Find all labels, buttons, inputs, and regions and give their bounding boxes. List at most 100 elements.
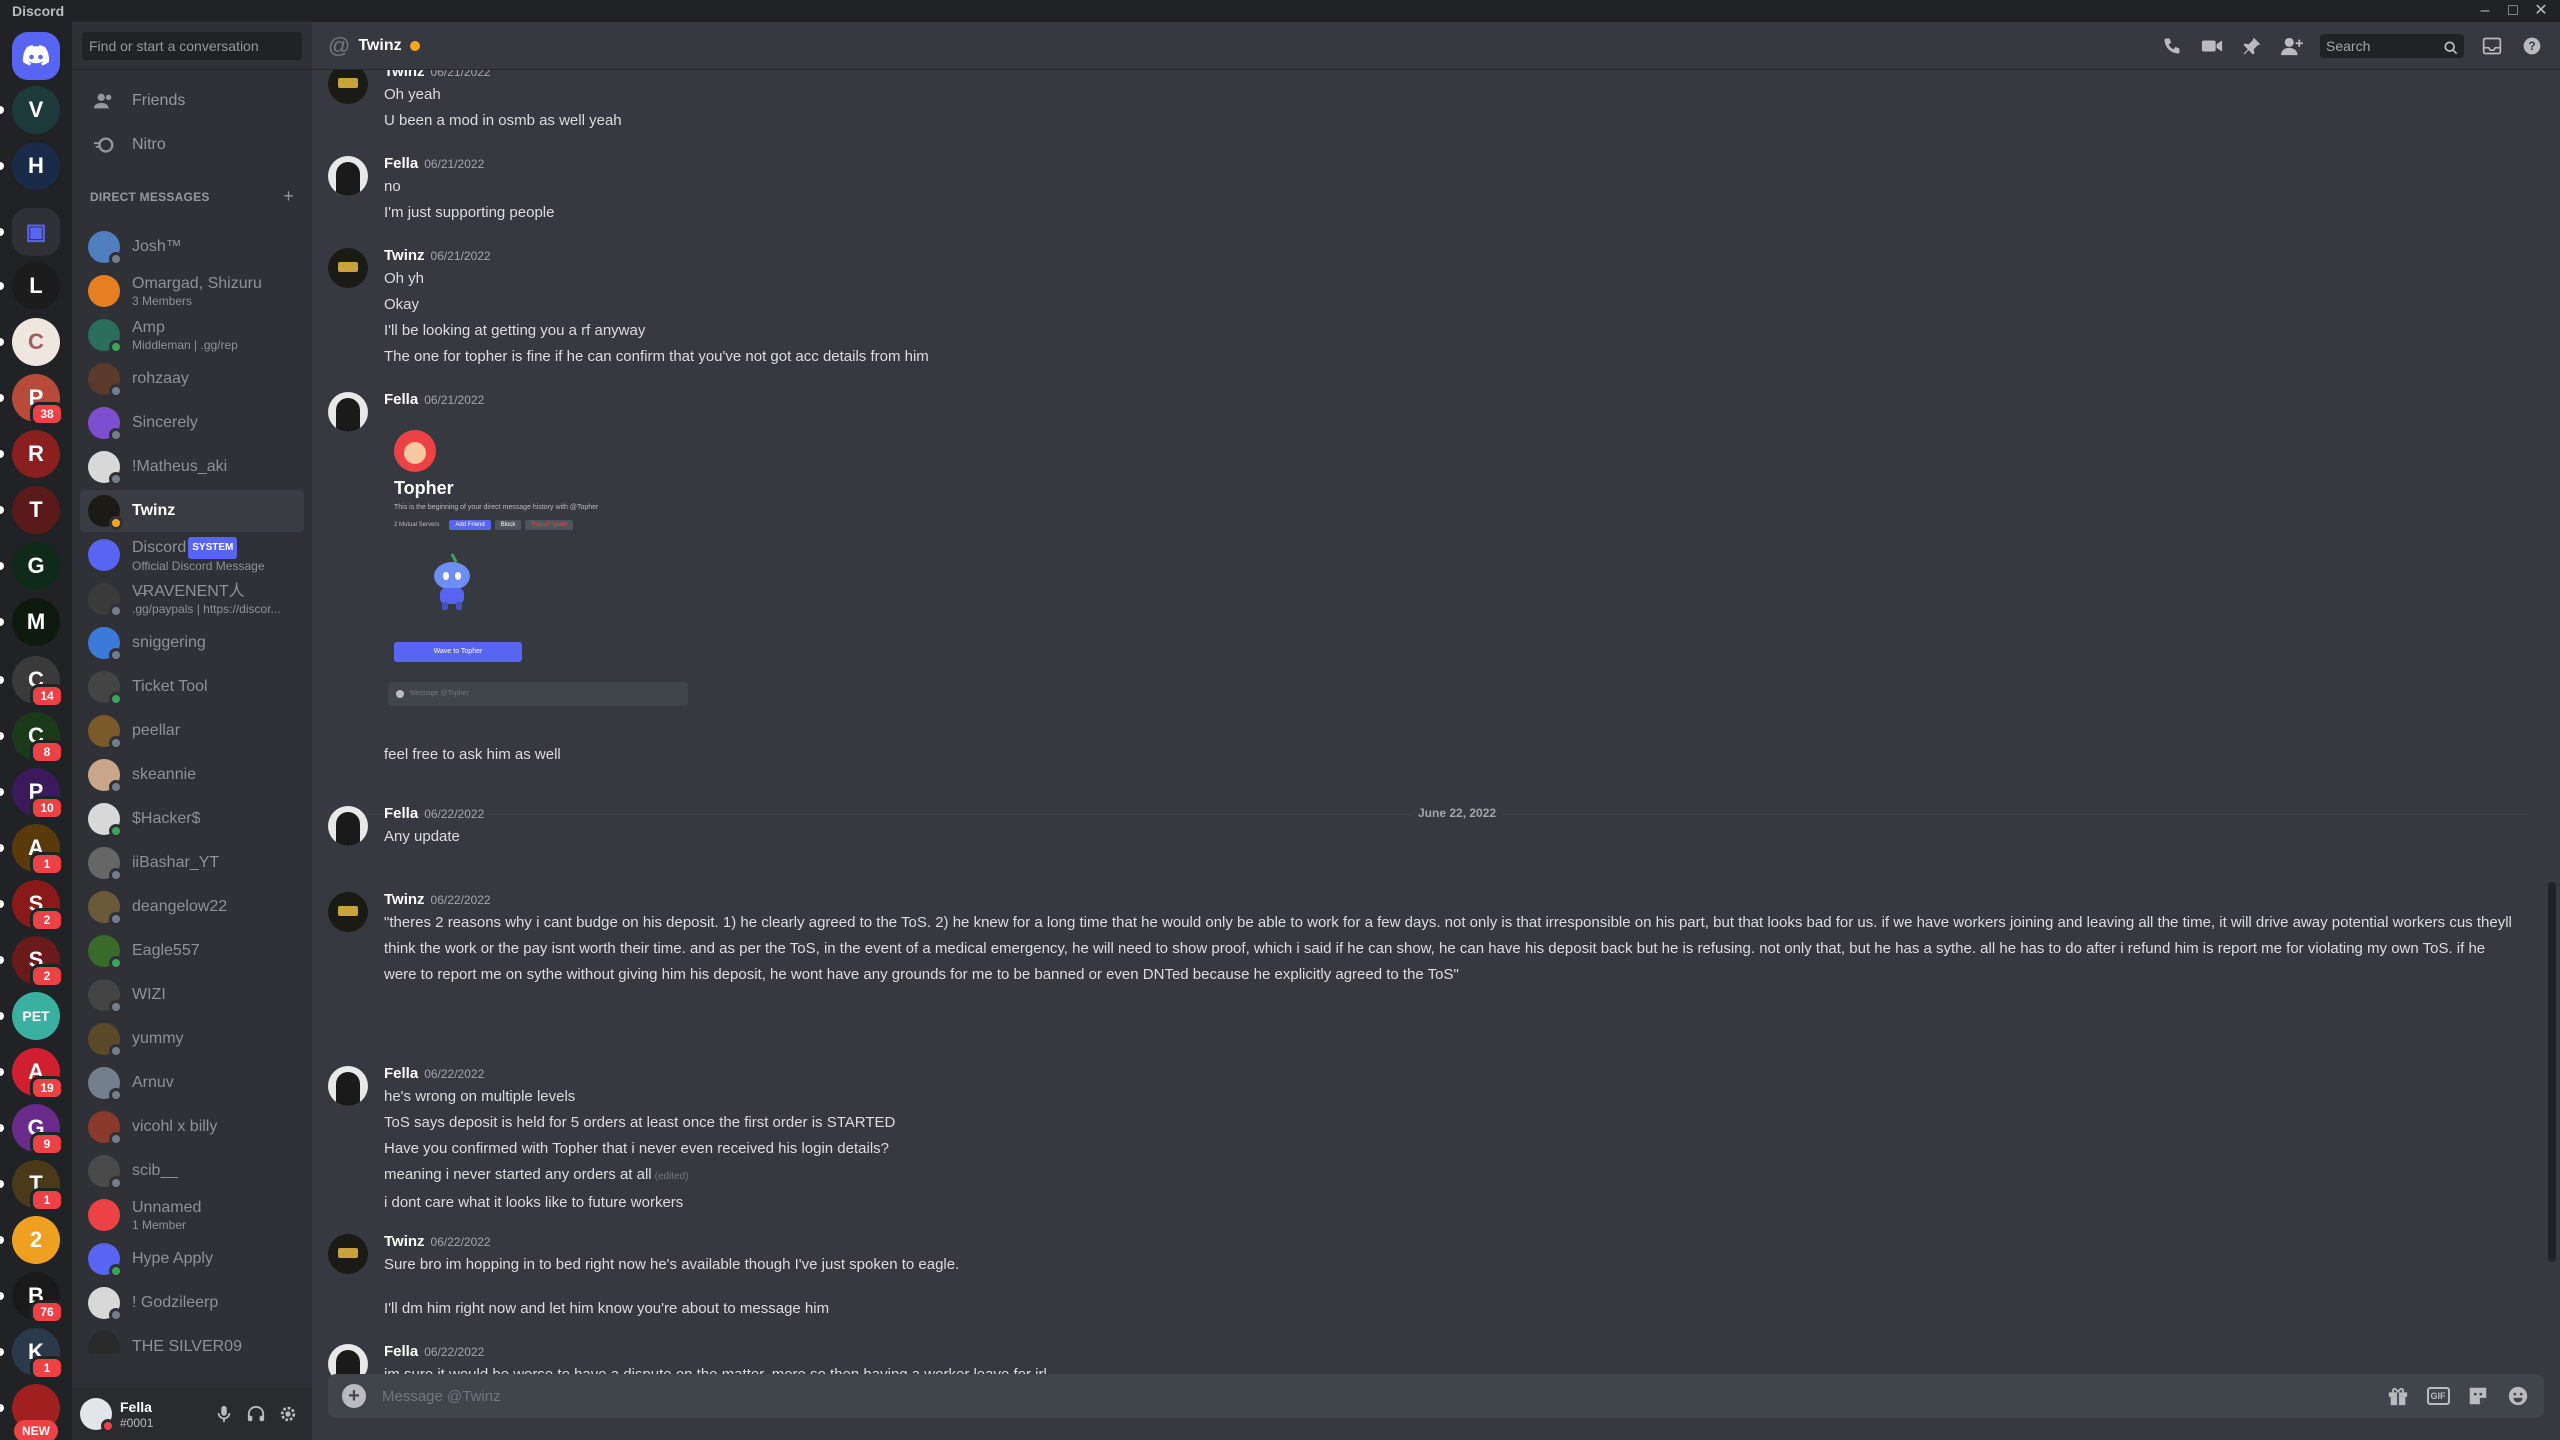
message-author[interactable]: Twinz [384, 891, 425, 908]
scrollbar-thumb[interactable] [2548, 882, 2556, 1262]
dm-item[interactable]: V̶RAVENENT人 .gg/paypals | https://discor.… [80, 578, 304, 620]
message-input[interactable] [382, 1387, 2386, 1405]
dm-item[interactable]: Amp Middleman | .gg/rep [80, 314, 304, 356]
message-line: U been a mod in osmb as well yeah [384, 108, 2534, 134]
server-icon[interactable]: PET [0, 992, 60, 1040]
header-search-input[interactable]: Search [2320, 33, 2464, 58]
server-icon[interactable]: T [0, 486, 60, 534]
avatar[interactable] [328, 1066, 368, 1106]
dm-name: yummy [132, 1029, 184, 1049]
server-icon[interactable]: 2 [0, 1216, 60, 1264]
new-unreads-button[interactable]: NEW [14, 1420, 58, 1440]
server-icon[interactable]: P 38 [0, 374, 64, 426]
message-author[interactable]: Twinz [384, 247, 425, 264]
avatar[interactable] [328, 892, 368, 932]
avatar[interactable] [328, 156, 368, 196]
server-icon[interactable]: K1 [0, 1328, 64, 1380]
microphone-icon[interactable] [208, 1398, 240, 1430]
dm-item[interactable]: deangelow22 [80, 886, 304, 928]
message-timestamp: 06/21/2022 [430, 249, 491, 263]
home-button[interactable] [12, 32, 60, 80]
server-icon[interactable]: L [0, 262, 60, 310]
unread-pill [0, 788, 4, 796]
dm-item[interactable]: peellar [80, 710, 304, 752]
dm-item[interactable]: Eagle557 [80, 930, 304, 972]
voice-call-icon[interactable] [2160, 34, 2184, 58]
dm-item[interactable]: Arnuv [80, 1062, 304, 1104]
message-author[interactable]: Twinz [384, 1233, 425, 1250]
server-icon[interactable]: C8 [0, 712, 64, 764]
pinned-messages-icon[interactable] [2240, 34, 2264, 58]
dm-item[interactable]: vicohl x billy [80, 1106, 304, 1148]
dm-item[interactable]: Omargad, Shizuru 3 Members [80, 270, 304, 312]
dm-item[interactable]: Hype Apply [80, 1238, 304, 1280]
dm-item[interactable]: Unnamed 1 Member [80, 1194, 304, 1236]
server-icon[interactable]: R [0, 430, 60, 478]
dm-item[interactable]: Ticket Tool [80, 666, 304, 708]
create-dm-icon[interactable]: + [283, 186, 294, 207]
maximize-icon[interactable]: □ [2506, 3, 2520, 19]
server-icon[interactable]: A 19 [0, 1048, 64, 1100]
help-icon[interactable]: ? [2520, 34, 2544, 58]
close-icon[interactable]: ✕ [2534, 3, 2548, 19]
server-icon[interactable]: H [0, 142, 60, 190]
message-author[interactable]: Fella [384, 391, 418, 408]
server-icon[interactable]: G9 [0, 1104, 64, 1156]
avatar[interactable] [328, 806, 368, 846]
avatar[interactable] [328, 248, 368, 288]
headphones-icon[interactable] [240, 1398, 272, 1430]
upload-plus-icon[interactable]: + [342, 1384, 366, 1408]
message-author[interactable]: Fella [384, 1343, 418, 1360]
dm-item[interactable]: scib__ [80, 1150, 304, 1192]
avatar[interactable] [328, 1234, 368, 1274]
dm-item[interactable]: Discord SYSTEM Official Discord Message [80, 534, 304, 576]
server-icon[interactable]: B 76 [0, 1272, 64, 1324]
message-author[interactable]: Fella [384, 1065, 418, 1082]
server-icon[interactable]: C 14 [0, 656, 64, 708]
message-author[interactable]: Twinz [384, 70, 425, 80]
dm-item[interactable]: sniggering [80, 622, 304, 664]
dm-item[interactable]: yummy [80, 1018, 304, 1060]
dm-item[interactable]: !Matheus_aki [80, 446, 304, 488]
message-author[interactable]: Fella [384, 155, 418, 172]
server-icon[interactable]: P 10 [0, 768, 64, 820]
server-icon[interactable]: ▣ [0, 208, 60, 256]
server-icon[interactable]: V [0, 86, 60, 134]
gif-icon[interactable]: GIF [2426, 1384, 2450, 1408]
avatar[interactable] [328, 70, 368, 104]
dm-item[interactable]: iiBashar_YT [80, 842, 304, 884]
dm-item[interactable]: ! Godzileerp [80, 1282, 304, 1324]
settings-gear-icon[interactable] [272, 1398, 304, 1430]
add-friend-to-dm-icon[interactable] [2280, 34, 2304, 58]
dm-item[interactable]: rohzaay [80, 358, 304, 400]
message-timestamp: 06/21/2022 [424, 157, 485, 171]
sticker-icon[interactable] [2466, 1384, 2490, 1408]
avatar[interactable] [328, 392, 368, 432]
inbox-icon[interactable] [2480, 34, 2504, 58]
server-icon[interactable]: T1 [0, 1160, 64, 1212]
nav-nitro[interactable]: Nitro [80, 124, 304, 166]
avatar[interactable] [80, 1398, 115, 1433]
dm-item[interactable]: Josh™ [80, 226, 304, 268]
server-icon[interactable]: C [0, 318, 60, 366]
server-icon[interactable]: M [0, 598, 60, 646]
dm-item[interactable]: WIZI [80, 974, 304, 1016]
mention-badge: 38 [30, 402, 64, 426]
server-icon[interactable]: S2 [0, 880, 64, 932]
message-author[interactable]: Fella [384, 805, 418, 822]
find-conversation-input[interactable]: Find or start a conversation [82, 31, 302, 60]
video-call-icon[interactable] [2200, 34, 2224, 58]
dm-item[interactable]: skeannie [80, 754, 304, 796]
server-icon[interactable]: A1 [0, 824, 64, 876]
nav-friends[interactable]: Friends [80, 80, 304, 122]
dm-item[interactable]: Twinz [80, 490, 304, 532]
gift-icon[interactable] [2386, 1384, 2410, 1408]
dm-item[interactable]: $Hacker$ [80, 798, 304, 840]
server-icon[interactable]: G [0, 542, 60, 590]
dm-item[interactable]: THE SILVER09 [80, 1326, 304, 1354]
dm-item[interactable]: Sincerely [80, 402, 304, 444]
emoji-icon[interactable] [2506, 1384, 2530, 1408]
server-icon[interactable]: S2 [0, 936, 64, 988]
minimize-icon[interactable]: – [2478, 3, 2492, 19]
image-attachment[interactable]: Topher This is the beginning of your dire… [384, 420, 694, 730]
